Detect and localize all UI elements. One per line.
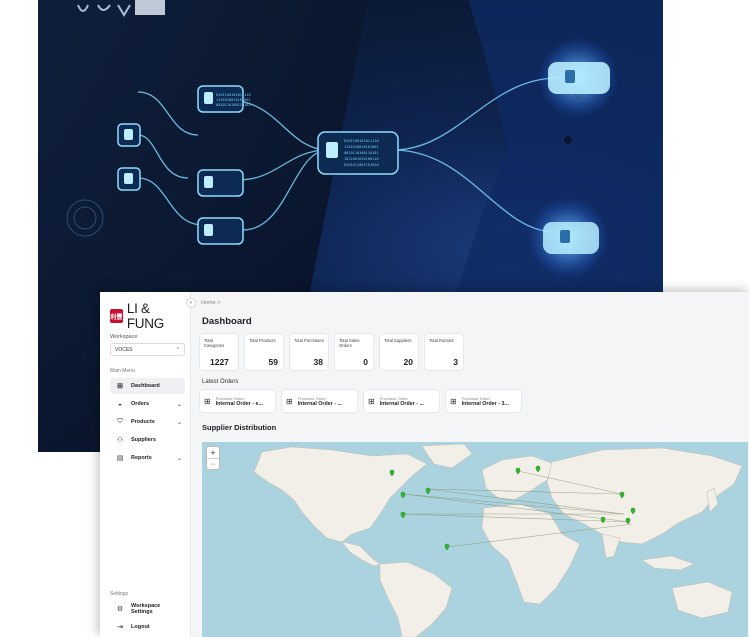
stat-card-total-rubrats[interactable]: Total Rubrats 3	[425, 334, 463, 370]
brand-mark-icon: 利豐	[110, 309, 123, 323]
stat-card-total-sales-orders[interactable]: Total Sales Orders 0	[335, 334, 373, 370]
order-grid-icon: ⊞	[368, 396, 375, 406]
sidebar-item-dashboard[interactable]: ⊞ Dashboard	[110, 378, 185, 394]
stat-value: 59	[268, 357, 278, 367]
sidebar-item-products[interactable]: ⛉ Products ⌄	[110, 414, 185, 430]
breadcrumb[interactable]: Home >	[201, 300, 749, 306]
stat-label: Total Sales Orders	[339, 338, 360, 349]
chevron-down-icon: ⌄	[176, 455, 182, 462]
supplier-map[interactable]: + −	[202, 442, 748, 637]
svg-text:0010110100110101: 0010110100110101	[344, 151, 379, 155]
latest-orders-list: ⊞ Purchase Order Internal Order - e... ⊞…	[200, 390, 749, 412]
stat-value: 20	[403, 357, 413, 367]
stat-card-total-purchases[interactable]: Total Purchases 38	[290, 334, 328, 370]
svg-text:0101011001101010: 0101011001101010	[344, 163, 379, 167]
grid-icon: ⊞	[117, 383, 123, 390]
sidebar-item-label: Reports	[131, 455, 152, 461]
stat-value: 38	[313, 357, 323, 367]
order-title: Internal Order - ...	[379, 400, 424, 407]
workspace-label: Workspace	[110, 334, 138, 340]
collapse-sidebar-button[interactable]: ‹	[186, 298, 196, 308]
svg-text:0010110100110101: 0010110100110101	[216, 103, 251, 107]
dashboard-window: 利豐 LI & FUNG Workspace VOCES ⌃ Main Menu…	[100, 292, 749, 637]
order-title: Internal Order - 3...	[461, 400, 509, 407]
sidebar-item-workspace-settings[interactable]: ⚙ Workspace Settings	[110, 601, 186, 617]
settings-title: Settings	[110, 591, 129, 597]
zoom-out-button[interactable]: −	[207, 458, 219, 469]
sidebar-item-label: Dashboard	[131, 383, 160, 389]
sidebar-item-reports[interactable]: ▤ Reports ⌄	[110, 450, 185, 466]
svg-text:1101010010101001: 1101010010101001	[344, 145, 379, 149]
stat-label: Total Rubrats	[429, 338, 454, 343]
brand-name: LI & FUNG	[126, 301, 164, 331]
workspace-select[interactable]: VOCES ⌃	[110, 343, 185, 356]
stat-label: Total Suppliers	[384, 338, 412, 343]
order-title: Internal Order - e...	[215, 400, 263, 407]
svg-text:0101100101011110: 0101100101011110	[344, 139, 379, 143]
chevron-down-icon: ⌄	[176, 401, 182, 408]
workspace-select-value: VOCES	[115, 346, 133, 353]
page-title: Dashboard	[202, 316, 252, 327]
stat-card-total-products[interactable]: Total Products 59	[245, 334, 283, 370]
latest-orders-title: Latest Orders	[202, 379, 239, 385]
order-grid-icon: ⊞	[204, 396, 211, 406]
suppliers-icon: ⚇	[116, 437, 124, 444]
sidebar-item-label: Products	[131, 419, 155, 425]
gear-icon: ⚙	[116, 606, 124, 613]
order-card[interactable]: ⊞ Purchase Order Internal Order - ...	[282, 390, 357, 412]
main-menu: ⊞ Dashboard ◒ Orders ⌄ ⛉ Products ⌄ ⚇ Su…	[110, 378, 185, 466]
order-card[interactable]: ⊞ Purchase Order Internal Order - ...	[364, 390, 439, 412]
chevron-icon: ⌃	[175, 346, 180, 353]
svg-text:1011001010100110: 1011001010100110	[344, 157, 379, 161]
sidebar-item-label: Suppliers	[131, 437, 157, 443]
stat-label: Total Purchases	[294, 338, 324, 343]
sidebar: 利豐 LI & FUNG Workspace VOCES ⌃ Main Menu…	[100, 292, 191, 637]
order-card[interactable]: ⊞ Purchase Order Internal Order - 3...	[446, 390, 521, 412]
sidebar-item-label: Logout	[131, 624, 150, 630]
products-icon: ⛉	[117, 418, 123, 425]
stat-value: 3	[453, 357, 458, 367]
order-title: Internal Order - ...	[297, 400, 342, 407]
stat-card-total-categories[interactable]: Total Categories 1227	[200, 334, 238, 370]
screenshot-stage: 0101100101011110 1101010010101001 001011…	[0, 0, 749, 637]
stat-value: 1227	[210, 357, 229, 367]
stats-row: Total Categories 1227 Total Products 59 …	[200, 334, 749, 370]
settings-section: Settings ⚙ Workspace Settings ⇥ Logout	[110, 591, 186, 637]
sidebar-item-suppliers[interactable]: ⚇ Suppliers	[110, 432, 185, 448]
chevron-down-icon: ⌄	[176, 419, 182, 426]
order-grid-icon: ⊞	[450, 396, 457, 406]
sidebar-item-orders[interactable]: ◒ Orders ⌄	[110, 396, 185, 412]
map-zoom-control: + −	[207, 447, 219, 469]
stat-label: Total Products	[249, 338, 276, 343]
reports-icon: ▤	[116, 455, 124, 462]
logout-icon: ⇥	[117, 624, 123, 631]
sidebar-item-label: Workspace Settings	[131, 603, 161, 615]
stat-label: Total Categories	[204, 338, 225, 349]
zoom-in-button[interactable]: +	[207, 447, 219, 458]
sidebar-item-logout[interactable]: ⇥ Logout	[110, 619, 186, 635]
svg-text:1101010010101001: 1101010010101001	[216, 98, 251, 102]
order-grid-icon: ⊞	[286, 396, 293, 406]
brand-logo[interactable]: 利豐 LI & FUNG	[110, 301, 185, 331]
svg-text:0101100101011110: 0101100101011110	[216, 93, 251, 97]
stat-card-total-suppliers[interactable]: Total Suppliers 20	[380, 334, 418, 370]
main-menu-title: Main Menu	[110, 368, 135, 374]
orders-icon: ◒	[117, 400, 123, 408]
order-card[interactable]: ⊞ Purchase Order Internal Order - e...	[200, 390, 275, 412]
stat-value: 0	[363, 357, 368, 367]
world-map[interactable]	[202, 442, 748, 637]
sidebar-item-label: Orders	[131, 401, 150, 407]
supplier-distribution-title: Supplier Distribution	[202, 423, 277, 432]
